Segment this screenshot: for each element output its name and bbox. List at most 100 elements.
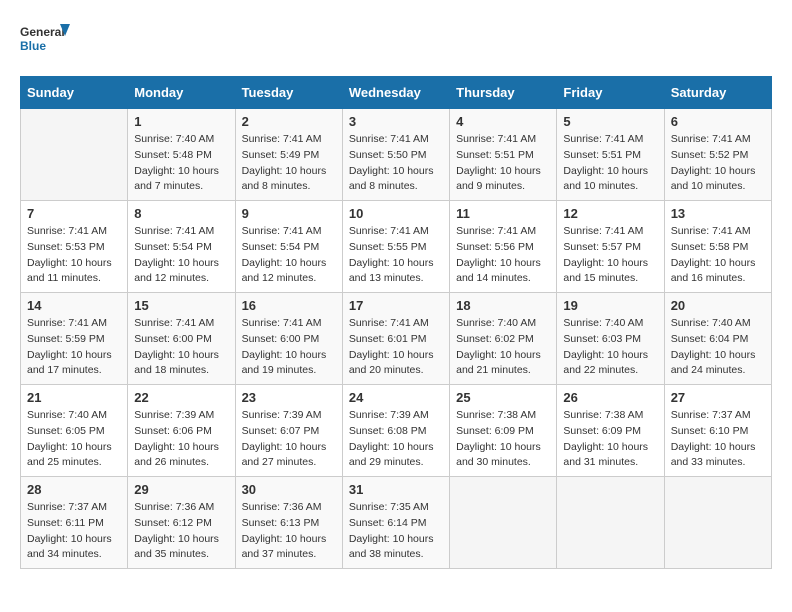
calendar-cell: 24 Sunrise: 7:39 AMSunset: 6:08 PMDayligh… <box>342 385 449 477</box>
day-number: 2 <box>242 114 336 129</box>
calendar-cell: 30 Sunrise: 7:36 AMSunset: 6:13 PMDayligh… <box>235 477 342 569</box>
calendar-cell <box>450 477 557 569</box>
calendar-cell <box>557 477 664 569</box>
day-info: Sunrise: 7:40 AMSunset: 6:04 PMDaylight:… <box>671 316 765 379</box>
day-info: Sunrise: 7:41 AMSunset: 5:51 PMDaylight:… <box>563 132 657 195</box>
calendar-cell: 6 Sunrise: 7:41 AMSunset: 5:52 PMDaylight… <box>664 109 771 201</box>
calendar-cell <box>21 109 128 201</box>
calendar-cell <box>664 477 771 569</box>
day-info: Sunrise: 7:41 AMSunset: 5:49 PMDaylight:… <box>242 132 336 195</box>
day-number: 22 <box>134 390 228 405</box>
calendar-table: SundayMondayTuesdayWednesdayThursdayFrid… <box>20 76 772 569</box>
day-number: 23 <box>242 390 336 405</box>
day-number: 9 <box>242 206 336 221</box>
logo: General Blue <box>20 20 70 60</box>
day-number: 6 <box>671 114 765 129</box>
day-info: Sunrise: 7:39 AMSunset: 6:07 PMDaylight:… <box>242 408 336 471</box>
day-number: 12 <box>563 206 657 221</box>
calendar-cell: 7 Sunrise: 7:41 AMSunset: 5:53 PMDaylight… <box>21 201 128 293</box>
calendar-cell: 27Sunrise: 7:37 AMSunset: 6:10 PMDayligh… <box>664 385 771 477</box>
svg-text:Blue: Blue <box>20 39 46 53</box>
header-monday: Monday <box>128 77 235 109</box>
day-number: 29 <box>134 482 228 497</box>
calendar-cell: 17 Sunrise: 7:41 AMSunset: 6:01 PMDayligh… <box>342 293 449 385</box>
calendar-week-3: 21 Sunrise: 7:40 AMSunset: 6:05 PMDayligh… <box>21 385 772 477</box>
day-number: 5 <box>563 114 657 129</box>
calendar-week-2: 14Sunrise: 7:41 AMSunset: 5:59 PMDayligh… <box>21 293 772 385</box>
day-info: Sunrise: 7:37 AMSunset: 6:11 PMDaylight:… <box>27 500 121 563</box>
calendar-cell: 2 Sunrise: 7:41 AMSunset: 5:49 PMDaylight… <box>235 109 342 201</box>
day-info: Sunrise: 7:41 AMSunset: 5:57 PMDaylight:… <box>563 224 657 287</box>
calendar-week-0: 1 Sunrise: 7:40 AMSunset: 5:48 PMDaylight… <box>21 109 772 201</box>
calendar-cell: 5 Sunrise: 7:41 AMSunset: 5:51 PMDaylight… <box>557 109 664 201</box>
day-number: 19 <box>563 298 657 313</box>
header-thursday: Thursday <box>450 77 557 109</box>
day-info: Sunrise: 7:41 AMSunset: 5:51 PMDaylight:… <box>456 132 550 195</box>
day-number: 8 <box>134 206 228 221</box>
calendar-cell: 9 Sunrise: 7:41 AMSunset: 5:54 PMDaylight… <box>235 201 342 293</box>
day-info: Sunrise: 7:41 AMSunset: 5:58 PMDaylight:… <box>671 224 765 287</box>
header-friday: Friday <box>557 77 664 109</box>
day-number: 24 <box>349 390 443 405</box>
calendar-cell: 1 Sunrise: 7:40 AMSunset: 5:48 PMDaylight… <box>128 109 235 201</box>
day-info: Sunrise: 7:38 AMSunset: 6:09 PMDaylight:… <box>563 408 657 471</box>
day-number: 21 <box>27 390 121 405</box>
day-info: Sunrise: 7:41 AMSunset: 5:56 PMDaylight:… <box>456 224 550 287</box>
calendar-cell: 23 Sunrise: 7:39 AMSunset: 6:07 PMDayligh… <box>235 385 342 477</box>
calendar-cell: 11 Sunrise: 7:41 AMSunset: 5:56 PMDayligh… <box>450 201 557 293</box>
day-number: 28 <box>27 482 121 497</box>
calendar-cell: 26Sunrise: 7:38 AMSunset: 6:09 PMDayligh… <box>557 385 664 477</box>
day-number: 1 <box>134 114 228 129</box>
day-info: Sunrise: 7:41 AMSunset: 6:01 PMDaylight:… <box>349 316 443 379</box>
day-info: Sunrise: 7:36 AMSunset: 6:13 PMDaylight:… <box>242 500 336 563</box>
day-number: 15 <box>134 298 228 313</box>
svg-text:General: General <box>20 25 65 39</box>
calendar-cell: 28 Sunrise: 7:37 AMSunset: 6:11 PMDayligh… <box>21 477 128 569</box>
day-info: Sunrise: 7:35 AMSunset: 6:14 PMDaylight:… <box>349 500 443 563</box>
calendar-cell: 12 Sunrise: 7:41 AMSunset: 5:57 PMDayligh… <box>557 201 664 293</box>
calendar-cell: 25Sunrise: 7:38 AMSunset: 6:09 PMDayligh… <box>450 385 557 477</box>
day-number: 4 <box>456 114 550 129</box>
day-info: Sunrise: 7:36 AMSunset: 6:12 PMDaylight:… <box>134 500 228 563</box>
day-info: Sunrise: 7:38 AMSunset: 6:09 PMDaylight:… <box>456 408 550 471</box>
day-number: 17 <box>349 298 443 313</box>
calendar-header-row: SundayMondayTuesdayWednesdayThursdayFrid… <box>21 77 772 109</box>
calendar-cell: 15 Sunrise: 7:41 AMSunset: 6:00 PMDayligh… <box>128 293 235 385</box>
day-info: Sunrise: 7:41 AMSunset: 5:54 PMDaylight:… <box>242 224 336 287</box>
day-number: 3 <box>349 114 443 129</box>
day-number: 30 <box>242 482 336 497</box>
header-wednesday: Wednesday <box>342 77 449 109</box>
day-number: 10 <box>349 206 443 221</box>
day-info: Sunrise: 7:41 AMSunset: 6:00 PMDaylight:… <box>134 316 228 379</box>
day-number: 7 <box>27 206 121 221</box>
day-info: Sunrise: 7:40 AMSunset: 5:48 PMDaylight:… <box>134 132 228 195</box>
day-info: Sunrise: 7:41 AMSunset: 5:54 PMDaylight:… <box>134 224 228 287</box>
calendar-cell: 10 Sunrise: 7:41 AMSunset: 5:55 PMDayligh… <box>342 201 449 293</box>
day-number: 18 <box>456 298 550 313</box>
calendar-cell: 19 Sunrise: 7:40 AMSunset: 6:03 PMDayligh… <box>557 293 664 385</box>
day-info: Sunrise: 7:41 AMSunset: 5:55 PMDaylight:… <box>349 224 443 287</box>
day-number: 16 <box>242 298 336 313</box>
calendar-cell: 3 Sunrise: 7:41 AMSunset: 5:50 PMDaylight… <box>342 109 449 201</box>
calendar-cell: 31Sunrise: 7:35 AMSunset: 6:14 PMDayligh… <box>342 477 449 569</box>
header-saturday: Saturday <box>664 77 771 109</box>
day-info: Sunrise: 7:40 AMSunset: 6:03 PMDaylight:… <box>563 316 657 379</box>
day-info: Sunrise: 7:40 AMSunset: 6:05 PMDaylight:… <box>27 408 121 471</box>
day-number: 20 <box>671 298 765 313</box>
calendar-cell: 22Sunrise: 7:39 AMSunset: 6:06 PMDayligh… <box>128 385 235 477</box>
calendar-cell: 16 Sunrise: 7:41 AMSunset: 6:00 PMDayligh… <box>235 293 342 385</box>
day-info: Sunrise: 7:37 AMSunset: 6:10 PMDaylight:… <box>671 408 765 471</box>
day-info: Sunrise: 7:41 AMSunset: 5:50 PMDaylight:… <box>349 132 443 195</box>
calendar-cell: 29 Sunrise: 7:36 AMSunset: 6:12 PMDayligh… <box>128 477 235 569</box>
header-sunday: Sunday <box>21 77 128 109</box>
day-info: Sunrise: 7:41 AMSunset: 5:52 PMDaylight:… <box>671 132 765 195</box>
day-info: Sunrise: 7:41 AMSunset: 6:00 PMDaylight:… <box>242 316 336 379</box>
day-info: Sunrise: 7:41 AMSunset: 5:53 PMDaylight:… <box>27 224 121 287</box>
calendar-cell: 13Sunrise: 7:41 AMSunset: 5:58 PMDayligh… <box>664 201 771 293</box>
day-info: Sunrise: 7:39 AMSunset: 6:08 PMDaylight:… <box>349 408 443 471</box>
page-header: General Blue <box>20 20 772 60</box>
day-info: Sunrise: 7:41 AMSunset: 5:59 PMDaylight:… <box>27 316 121 379</box>
day-number: 11 <box>456 206 550 221</box>
day-info: Sunrise: 7:40 AMSunset: 6:02 PMDaylight:… <box>456 316 550 379</box>
calendar-cell: 21 Sunrise: 7:40 AMSunset: 6:05 PMDayligh… <box>21 385 128 477</box>
